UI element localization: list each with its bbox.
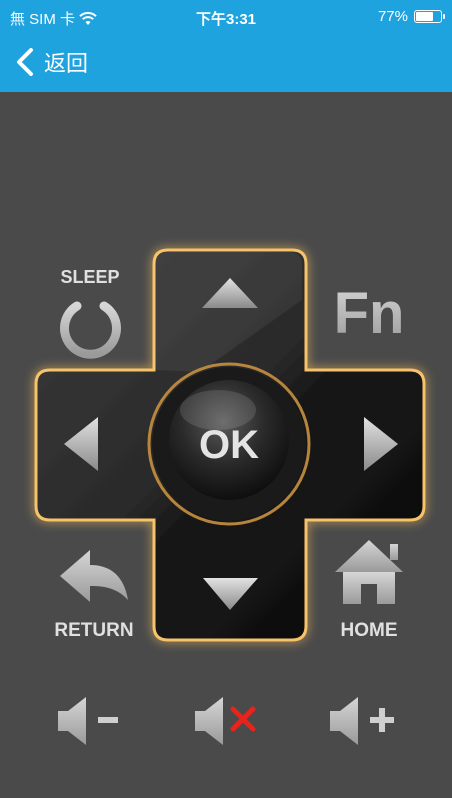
return-arrow-icon [60, 550, 128, 602]
dpad: OK SLEEP Fn RETURN HOME [34, 248, 426, 745]
mute-icon [195, 697, 256, 745]
volume-down-button[interactable] [58, 697, 118, 745]
status-right: 77% [377, 8, 445, 25]
fn-button[interactable]: Fn [334, 281, 405, 346]
volume-down-icon [58, 697, 118, 745]
sleep-button[interactable]: SLEEP [60, 267, 121, 359]
status-bar: 無 SIM 卡 下午3:31 77% [0, 0, 452, 34]
left-button[interactable] [50, 400, 120, 480]
home-button[interactable]: HOME [335, 540, 403, 641]
right-button[interactable] [340, 400, 410, 480]
home-icon [335, 540, 403, 604]
return-button[interactable]: RETURN [54, 550, 134, 641]
volume-up-icon [330, 697, 394, 745]
ok-label: OK [199, 423, 259, 467]
top-bar: 無 SIM 卡 下午3:31 77% 返回 [0, 0, 452, 92]
mute-button[interactable] [195, 697, 256, 745]
sleep-label: SLEEP [60, 267, 119, 287]
ok-button[interactable]: OK [147, 362, 311, 526]
fn-label: Fn [334, 281, 405, 346]
back-chevron-icon [17, 48, 33, 76]
remote-panel: OK SLEEP Fn RETURN HOME [0, 92, 452, 798]
battery-level [416, 12, 433, 21]
power-icon [60, 291, 121, 359]
back-label: 返回 [44, 51, 89, 76]
volume-up-button[interactable] [330, 697, 394, 745]
back-button[interactable]: 返回 [0, 36, 88, 88]
battery-icon [414, 10, 445, 23]
up-button[interactable] [190, 262, 270, 332]
battery-percent: 77% [377, 8, 408, 25]
return-label: RETURN [54, 620, 133, 641]
home-label: HOME [341, 620, 398, 641]
down-button[interactable] [190, 555, 270, 625]
